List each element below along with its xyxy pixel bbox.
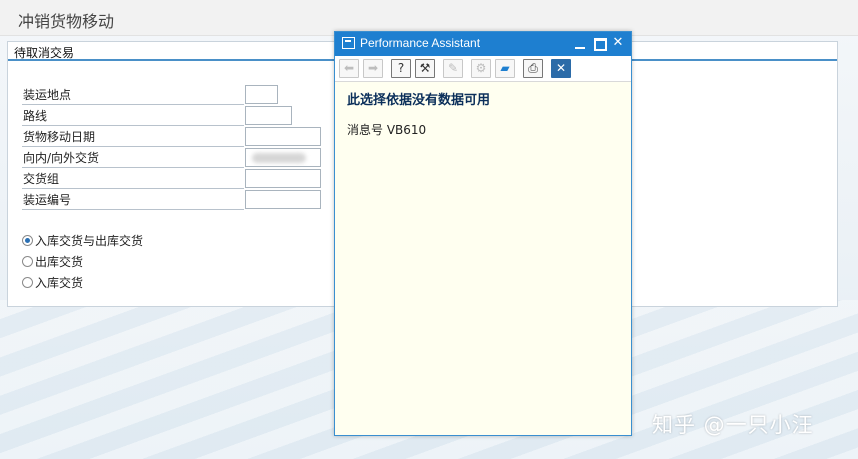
radio-label: 入库交货与出库交货 xyxy=(35,234,144,248)
goods-movement-date-input[interactable] xyxy=(245,127,321,146)
delivery-group-input[interactable] xyxy=(245,169,321,188)
radio-outbound[interactable]: 出库交货 xyxy=(22,253,83,271)
performance-assistant-dialog: Performance Assistant ✕ ⬅ ➡ ? ⚒ ✎ ⚙ ▰ ⎙ … xyxy=(334,31,632,436)
radio-label: 出库交货 xyxy=(35,255,84,269)
window-icon xyxy=(342,37,355,49)
help-document-icon[interactable]: ? xyxy=(391,59,411,78)
shipping-point-input[interactable] xyxy=(245,85,278,104)
edit-icon[interactable]: ✎ xyxy=(443,59,463,78)
radio-unselected-icon[interactable] xyxy=(22,256,33,267)
close-icon[interactable]: ✕ xyxy=(611,36,625,50)
message-number: 消息号 VB610 xyxy=(347,123,427,137)
shipment-number-input[interactable] xyxy=(245,190,321,209)
field-label: 向内/向外交货 xyxy=(22,148,244,168)
settings-icon[interactable]: ⚙ xyxy=(471,59,491,78)
radio-unselected-icon[interactable] xyxy=(22,277,33,288)
radio-inbound[interactable]: 入库交货 xyxy=(22,274,83,292)
radio-inbound-and-outbound[interactable]: 入库交货与出库交货 xyxy=(22,232,143,250)
print-icon[interactable]: ⎙ xyxy=(523,59,543,78)
exit-icon[interactable]: ✕ xyxy=(551,59,571,78)
radio-selected-icon[interactable] xyxy=(22,235,33,246)
field-label: 货物移动日期 xyxy=(22,127,244,147)
radio-label: 入库交货 xyxy=(35,276,84,290)
field-label: 装运编号 xyxy=(22,190,244,210)
watermark: 知乎 @一只小汪 xyxy=(652,413,814,437)
technical-info-icon[interactable]: ⚒ xyxy=(415,59,435,78)
field-label: 交货组 xyxy=(22,169,244,189)
field-label: 路线 xyxy=(22,106,244,126)
dialog-title-bar[interactable]: Performance Assistant ✕ xyxy=(335,32,631,56)
redacted-value xyxy=(252,153,306,163)
message-text: 此选择依据没有数据可用 xyxy=(347,93,491,108)
page-title: 冲销货物移动 xyxy=(18,12,115,31)
field-label: 装运地点 xyxy=(22,85,244,105)
delivery-input[interactable] xyxy=(245,148,321,167)
forward-icon[interactable]: ➡ xyxy=(363,59,383,78)
route-input[interactable] xyxy=(245,106,292,125)
dialog-title: Performance Assistant xyxy=(360,36,481,50)
maximize-icon[interactable] xyxy=(592,36,607,51)
dialog-toolbar: ⬅ ➡ ? ⚒ ✎ ⚙ ▰ ⎙ ✕ xyxy=(335,56,631,82)
minimize-icon[interactable] xyxy=(573,36,587,50)
open-folder-icon[interactable]: ▰ xyxy=(495,59,515,78)
back-icon[interactable]: ⬅ xyxy=(339,59,359,78)
